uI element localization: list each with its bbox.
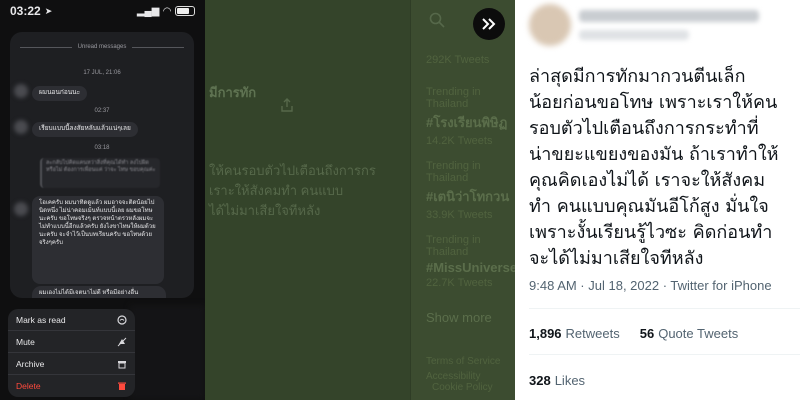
avatar <box>14 202 28 216</box>
tweet-text: ล่าสุดมีการทักมากวนตีนเล็ก น้อยก่อนขอโทษ… <box>529 66 779 269</box>
messenger-panel: 03:22 ➤ ▂▄▆ ◠ Unread messages 17 JUL, 21… <box>0 0 205 400</box>
trend-count: 14.2K Tweets <box>426 135 493 147</box>
share-icon <box>281 98 293 112</box>
dimmed-text: ให้คนรอบตัวไปเตือนถึงการกร <box>209 163 376 178</box>
tweet-stats: 1,896 Retweets 56 Quote Tweets <box>529 326 738 341</box>
retweets-stat[interactable]: 1,896 Retweets <box>529 326 620 341</box>
likes-row: 328 Likes <box>529 373 585 388</box>
menu-item-mute[interactable]: Mute <box>8 331 135 353</box>
message-bubble: โอเคครับ ผมนาทิดดูแล้ว ผมอาจจะติดน้อยไปน… <box>32 196 164 284</box>
message-bubble: เรียบแบบนี้ลงสัยหลับแล้วแน่ๆเลย <box>32 122 138 137</box>
menu-item-label: Archive <box>16 358 45 369</box>
dimmed-tweet-area: มีการทัก ให้คนรอบตัวไปเตือนถึงการกร เราะ… <box>205 0 410 400</box>
chat-preview-card[interactable]: Unread messages 17 JUL, 21:06 ผมนอนก่อนน… <box>10 32 194 298</box>
trend-meta: Trending in Thailand <box>426 234 481 258</box>
trend-tag: #เตนิว่าโทกวน <box>426 189 510 204</box>
menu-item-mark-as-read[interactable]: Mark as read <box>8 309 135 331</box>
menu-item-label: Mute <box>16 336 35 347</box>
message-bubble: ผมเองไม่ได้มีเจตนาไม่ดี หรือมีอย่างอื่น <box>32 286 166 298</box>
archive-icon <box>116 358 127 369</box>
reply-quote: ละกลับไปคิดแคนหว่าสิ่งที่คุณได้ทำ ลงไปผิ… <box>40 158 160 188</box>
message-time: 03:18 <box>94 145 110 151</box>
author-name-blurred[interactable] <box>579 10 759 22</box>
signal-icon: ▂▄▆ <box>136 5 160 17</box>
divider <box>529 308 800 309</box>
avatar <box>14 120 28 134</box>
show-more-link[interactable]: Show more <box>426 308 492 325</box>
wifi-icon: ◠ <box>163 5 171 17</box>
footer-link[interactable]: Terms of Service <box>426 356 515 367</box>
dimmed-text: เราะให้สังคมทำ คนแบบ <box>209 183 344 198</box>
trend-meta: Trending in Thailand <box>426 160 481 184</box>
trash-icon <box>116 381 127 392</box>
context-menu: Mark as read Mute Archive Delete <box>8 309 135 397</box>
trend-tag: #โรงเรียนพิษิฏ <box>426 115 508 130</box>
next-image-button[interactable] <box>473 8 505 40</box>
blurred-background <box>130 305 205 400</box>
message-bubble: ผมนอนก่อนนะ <box>32 86 88 101</box>
status-bar: 03:22 ➤ ▂▄▆ ◠ <box>0 0 205 22</box>
date-label: 17 JUL, 21:06 <box>83 70 121 76</box>
trend-count: 22.7K Tweets <box>426 277 493 289</box>
mute-icon <box>116 336 127 347</box>
likes-stat[interactable]: 328 Likes <box>529 373 585 388</box>
menu-item-label: Delete <box>16 381 41 391</box>
footer-link[interactable]: Cookie Policy <box>432 382 493 393</box>
dimmed-text: มีการทัก <box>209 85 257 100</box>
author-handle-blurred <box>579 30 689 40</box>
quote-tweets-stat[interactable]: 56 Quote Tweets <box>640 326 738 341</box>
battery-icon <box>175 6 195 16</box>
menu-item-delete[interactable]: Delete <box>8 375 135 397</box>
divider <box>529 354 800 355</box>
avatar <box>14 84 28 98</box>
trend-item[interactable]: Trending in Thailand #เตนิว่าโทกวน 33.9K… <box>426 160 515 221</box>
double-chevron-right-icon <box>482 18 496 30</box>
tweet-panel: ล่าสุดมีการทักมากวนตีนเล็ก น้อยก่อนขอโทษ… <box>515 0 800 400</box>
dimmed-text: ได้ไม่มาเสียใจทีหลัง <box>209 203 321 218</box>
footer-links: Terms of Service Accessibility Cookie Po… <box>426 356 515 393</box>
avatar[interactable] <box>529 4 571 46</box>
message-time: 02:37 <box>94 108 110 114</box>
unread-label: Unread messages <box>77 44 127 50</box>
status-time: 03:22 <box>10 4 41 18</box>
mark-read-icon <box>116 314 127 325</box>
location-arrow-icon: ➤ <box>44 5 53 16</box>
footer-link[interactable]: Accessibility <box>426 371 480 382</box>
trend-item[interactable]: Trending in Thailand #โรงเรียนพิษิฏ 14.2… <box>426 86 515 147</box>
tweet-meta: 9:48 AM · Jul 18, 2022 · Twitter for iPh… <box>529 278 772 293</box>
menu-item-label: Mark as read <box>16 314 66 325</box>
trend-item[interactable]: Trending in Thailand #MissUniverse 22.7K… <box>426 234 515 289</box>
twitter-background-panel: มีการทัก ให้คนรอบตัวไปเตือนถึงการกร เราะ… <box>205 0 515 400</box>
search-icon[interactable] <box>429 12 445 28</box>
trend-meta: Trending in Thailand <box>426 86 481 110</box>
unread-divider: Unread messages <box>20 42 185 52</box>
menu-item-archive[interactable]: Archive <box>8 353 135 375</box>
trend-tag: #MissUniverse <box>426 260 515 275</box>
trend-count-top: 292K Tweets <box>426 54 490 66</box>
trend-count: 33.9K Tweets <box>426 209 493 221</box>
